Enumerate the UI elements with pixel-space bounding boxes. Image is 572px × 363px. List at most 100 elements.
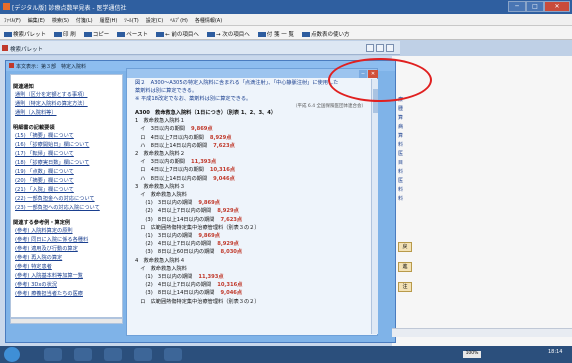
- related-link[interactable]: (23) 一部負担への対応入院について: [15, 204, 122, 211]
- points-row: 3 救命救急入院料３: [135, 183, 370, 191]
- zoom-indicator[interactable]: 100%: [463, 351, 481, 358]
- popup-vscrollbar[interactable]: [371, 79, 378, 334]
- toolbar-button-0[interactable]: 検索パレット: [0, 26, 50, 38]
- row-label: (3) 8日以上14日以内の期間: [135, 290, 215, 297]
- points-row: ロ 4日以上7日以内の期間 8,929点: [135, 134, 370, 142]
- toolbar-button-6[interactable]: 付 箋 一 覧: [254, 26, 298, 38]
- taskbar-app-1[interactable]: [104, 348, 122, 361]
- right-index-item[interactable]: 料: [398, 186, 406, 194]
- right-index-item[interactable]: 医: [398, 150, 406, 158]
- related-link[interactable]: (20) 「摘要」欄について: [15, 177, 122, 184]
- side-button-3[interactable]: 注: [398, 282, 412, 292]
- toolbar-label: → 次の項目へ: [215, 32, 250, 38]
- related-link[interactable]: 通則（区分を定額とする事項）: [15, 91, 122, 98]
- related-link[interactable]: (参考) 同日に入院に係る各種料: [15, 236, 122, 243]
- related-link[interactable]: (21) 「入院」欄について: [15, 186, 122, 193]
- section-heading: A300 救命救急入院料（1日につき）（別表 1、2、3、4）: [135, 110, 277, 116]
- taskbar-app-3[interactable]: [164, 348, 182, 361]
- menu-item-6[interactable]: 設定(C): [142, 14, 166, 24]
- row-points: 7,623点: [220, 216, 243, 223]
- row-label: ロ 広範囲熱傷特定集中治療管理料（別表３の２）: [135, 298, 260, 305]
- toolbar-button-7[interactable]: 点数表の使い方: [298, 26, 354, 38]
- section-heading: 明細書の記載要領: [13, 125, 55, 131]
- note-line-3: ※ 平成18改定でなお、薬剤料は別に算定できる。: [135, 96, 252, 102]
- palette-minimize-button[interactable]: [366, 44, 374, 52]
- related-link[interactable]: (17) 「転帰」欄について: [15, 150, 122, 157]
- related-link[interactable]: (参考) 入院基本料等加算一覧: [15, 272, 122, 279]
- right-index-item[interactable]: 医: [398, 177, 406, 185]
- row-label: (2) 4日以上7日以内の期間: [135, 241, 212, 248]
- toolbar-button-1[interactable]: 印 刷: [50, 26, 80, 38]
- menu-item-0[interactable]: ﾌｧｲﾙ(F): [0, 14, 24, 24]
- related-link[interactable]: (15) 「摘要」欄について: [15, 132, 122, 139]
- row-label: (2) 4日以上7日以内の期間: [135, 282, 212, 289]
- section-heading: 関連する参考例・算定例: [13, 220, 71, 226]
- palette-maximize-button[interactable]: [376, 44, 384, 52]
- points-row: (2) 4日以上7日以内の期間 8,929点: [135, 207, 370, 215]
- related-link[interactable]: (16) 「診療開始日」欄について: [15, 141, 122, 148]
- start-button[interactable]: [4, 347, 20, 362]
- menu-item-5[interactable]: ﾂｰﾙ(T): [120, 14, 141, 24]
- left-pane-hscrollbar[interactable]: [10, 318, 123, 324]
- toolbar-button-2[interactable]: コピー: [80, 26, 114, 38]
- row-points: 10,316点: [209, 167, 236, 174]
- points-row: (3) 8日以上60日以内の期間 8,030点: [135, 248, 370, 256]
- related-link[interactable]: (22) 一部負担金への対応について: [15, 195, 122, 202]
- right-index-item[interactable]: 病: [398, 123, 406, 131]
- points-row: ロ 広範囲熱傷特定集中治療管理料（別表３の２）: [135, 298, 370, 306]
- related-link[interactable]: (参考) 入院料算定の原則: [15, 227, 122, 234]
- app-icon: [3, 3, 10, 10]
- menu-item-4[interactable]: 履歴(H): [96, 14, 121, 24]
- row-label: 2 救命救急入院料２: [135, 151, 185, 158]
- close-button[interactable]: ✕: [544, 1, 570, 12]
- related-link[interactable]: (参考) 療養担当者たちの医療: [15, 290, 122, 297]
- row-points: 10,316点: [217, 282, 243, 289]
- menu-item-3[interactable]: 付箋(L): [72, 14, 96, 24]
- taskbar-app-2[interactable]: [134, 348, 152, 361]
- row-label: (1) 3日以内の期間: [135, 200, 193, 207]
- related-link[interactable]: 通則（特定入院料の算定方法）: [15, 100, 122, 107]
- menu-item-7[interactable]: ﾍﾙﾌﾟ(H): [166, 14, 191, 24]
- row-label: 1 救命救急入院料１: [135, 118, 185, 125]
- points-row: ハ 8日以上14日以内の期間 7,623点: [135, 142, 370, 150]
- related-links-pane: 関連通知 通則（区分を定額とする事項） 通則（特定入院料の算定方法） 通則（入院料等）…: [10, 74, 123, 318]
- related-link[interactable]: (18) 「診療実日数」欄について: [15, 159, 122, 166]
- related-link[interactable]: (参考) 3Dxの状況: [15, 281, 122, 288]
- related-link[interactable]: (参考) 適用及び行動の算定: [15, 245, 122, 252]
- right-index-item[interactable]: 料: [398, 141, 406, 149]
- related-link[interactable]: 通則（入院料等）: [15, 109, 122, 116]
- window-title: [デジタル版] 診療点数早見表 - 医学通信社: [12, 5, 127, 12]
- right-index-item[interactable]: 料: [398, 168, 406, 176]
- taskbar-explorer[interactable]: [74, 348, 92, 361]
- menu-item-8[interactable]: 各種情報(A): [191, 14, 225, 24]
- toolbar-button-4[interactable]: ← 前の項目へ: [152, 26, 203, 38]
- section-heading: 関連通知: [13, 84, 34, 90]
- menu-item-1[interactable]: 編集(E): [24, 14, 48, 24]
- menu-item-2[interactable]: 検索(S): [48, 14, 72, 24]
- right-index-item[interactable]: 目: [398, 159, 406, 167]
- toolbar-button-3[interactable]: ペースト: [113, 26, 152, 38]
- points-row: (3) 8日以上14日以内の期間 7,623点: [135, 216, 370, 224]
- right-index-item[interactable]: 算: [398, 114, 406, 122]
- toolbar-label: コピー: [92, 32, 110, 38]
- related-link[interactable]: (19) 「点数」欄について: [15, 168, 122, 175]
- row-label: イ 救命救急入院料: [135, 265, 187, 272]
- row-label: イ 3日以内の期間: [135, 159, 185, 166]
- row-points: 7,623点: [213, 142, 235, 149]
- toolbar-icon: [257, 32, 266, 37]
- toolbar-button-5[interactable]: → 次の項目へ: [203, 26, 254, 38]
- right-index-item[interactable]: 腫: [398, 105, 406, 113]
- maximize-button[interactable]: □: [526, 1, 544, 12]
- points-row: (1) 3日以内の期間 9,869点: [135, 232, 370, 240]
- side-button-1[interactable]: 戻: [398, 242, 412, 252]
- related-link[interactable]: (参考) 再入院の算定: [15, 254, 122, 261]
- palette-close-button[interactable]: [386, 44, 394, 52]
- side-button-2[interactable]: 進: [398, 262, 412, 272]
- minimize-button[interactable]: ─: [508, 1, 526, 12]
- related-link[interactable]: (参考) 特定患者: [15, 263, 122, 270]
- taskbar-ie[interactable]: [44, 348, 62, 361]
- right-index-item[interactable]: 算: [398, 132, 406, 140]
- points-row: イ 3日以内の期間 11,393点: [135, 158, 370, 166]
- right-index-item[interactable]: 料: [398, 195, 406, 203]
- row-label: 3 救命救急入院料３: [135, 183, 185, 190]
